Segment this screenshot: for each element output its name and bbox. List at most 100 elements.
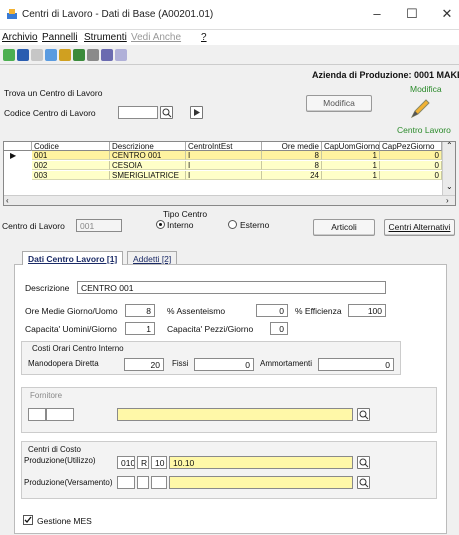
prod-utilizzo-c[interactable]: 10 — [151, 456, 167, 469]
maximize-button[interactable]: ☐ — [402, 6, 422, 22]
table-cell[interactable]: I — [186, 151, 262, 160]
prod-utilizzo-b[interactable]: R — [137, 456, 149, 469]
table-cell[interactable]: 1 — [322, 151, 380, 160]
paste-icon[interactable] — [59, 49, 71, 61]
table-cell[interactable]: 8 — [262, 151, 322, 160]
prod-versamento-desc[interactable] — [169, 476, 353, 489]
cap-pezzi-field[interactable]: 0 — [270, 322, 288, 335]
menu-vedi-anche[interactable]: Vedi Anche — [131, 32, 181, 43]
new-icon[interactable] — [3, 49, 15, 61]
table-cell[interactable]: 1 — [322, 161, 380, 170]
save-icon[interactable] — [17, 49, 29, 61]
prod-utilizzo-search-icon[interactable] — [357, 456, 370, 469]
fornitore-title: Fornitore — [30, 391, 63, 400]
search-icon[interactable] — [160, 106, 173, 119]
table-cell[interactable]: 003 — [32, 171, 110, 180]
articoli-button[interactable]: Articoli — [313, 219, 375, 236]
play-icon[interactable] — [190, 106, 203, 119]
ammortamenti-field[interactable]: 0 — [318, 358, 394, 371]
pencil-icon[interactable] — [408, 97, 432, 121]
find-icon[interactable] — [73, 49, 85, 61]
close-button[interactable]: ✕ — [437, 6, 457, 22]
copy-icon[interactable] — [45, 49, 57, 61]
check-icon — [24, 516, 32, 523]
center-label: Centro di Lavoro — [2, 221, 65, 231]
fornitore-code-a[interactable] — [28, 408, 46, 421]
tab-panel: Descrizione CENTRO 001 Ore Medie Giorno/… — [14, 264, 447, 534]
table-cell[interactable]: 0 — [380, 161, 442, 170]
scroll-left-icon[interactable]: ‹ — [6, 196, 9, 205]
column-header-codice[interactable]: Codice — [32, 142, 110, 151]
scroll-right-icon[interactable]: › — [446, 196, 449, 205]
radio-interno[interactable] — [156, 220, 165, 229]
radio-esterno[interactable] — [228, 220, 237, 229]
prod-utilizzo-desc[interactable]: 10.10 — [169, 456, 353, 469]
fornitore-search-icon[interactable] — [357, 408, 370, 421]
fissi-field[interactable]: 0 — [194, 358, 254, 371]
fornitore-code-b[interactable] — [46, 408, 74, 421]
column-header-ore-medie[interactable]: Ore medie — [262, 142, 322, 151]
table-cell[interactable]: I — [186, 171, 262, 180]
ammortamenti-label: Ammortamenti — [260, 359, 313, 368]
manodopera-label: Manodopera Diretta — [28, 359, 99, 368]
prod-versamento-search-icon[interactable] — [357, 476, 370, 489]
scroll-up-icon[interactable]: ⌃ — [446, 141, 453, 150]
prod-versamento-b[interactable] — [137, 476, 149, 489]
table-cell[interactable]: CESOIA — [110, 161, 186, 170]
prod-utilizzo-a[interactable]: 010 — [117, 456, 135, 469]
code-input[interactable] — [118, 106, 158, 119]
help-icon[interactable] — [115, 49, 127, 61]
cap-uomini-field[interactable]: 1 — [125, 322, 155, 335]
tab-addetti[interactable]: Addetti [2] — [127, 251, 178, 265]
column-header-cappezgiorno[interactable]: CapPezGiorno — [380, 142, 442, 151]
column-header-centrointest[interactable]: CentroIntEst — [186, 142, 262, 151]
table-cell[interactable]: CENTRO 001 — [110, 151, 186, 160]
prod-versamento-label: Produzione(Versamento) — [24, 478, 113, 487]
window-title: Centri di Lavoro - Dati di Base (A00201.… — [22, 9, 214, 20]
radio-interno-label: Interno — [167, 220, 194, 230]
gestione-mes-checkbox[interactable] — [23, 515, 33, 525]
column-header-descrizione[interactable]: Descrizione — [110, 142, 186, 151]
print-icon[interactable] — [87, 49, 99, 61]
minimize-button[interactable]: – — [367, 6, 387, 21]
fissi-label: Fissi — [172, 359, 189, 368]
menu-help[interactable]: ? — [201, 32, 207, 43]
delete-icon[interactable] — [31, 49, 43, 61]
table-cell[interactable]: 002 — [32, 161, 110, 170]
scroll-down-icon[interactable]: ⌄ — [446, 182, 453, 191]
menu-strumenti[interactable]: Strumenti — [84, 32, 127, 43]
centri-alternativi-button[interactable]: Centri Alternativi — [384, 219, 455, 236]
ore-field[interactable]: 8 — [125, 304, 155, 317]
main-window: Centri di Lavoro - Dati di Base (A00201.… — [0, 0, 459, 535]
table-cell[interactable]: 0 — [380, 151, 442, 160]
grid-vertical-scrollbar[interactable]: ⌃ ⌄ — [442, 141, 455, 195]
tipo-centro-label: Tipo Centro — [163, 209, 208, 219]
costi-title: Costi Orari Centro Interno — [32, 344, 124, 353]
efficienza-field[interactable]: 100 — [348, 304, 386, 317]
modify-button[interactable]: Modifica — [306, 95, 372, 112]
column-header-capuomgiorno[interactable]: CapUomGiorno — [322, 142, 380, 151]
grid-horizontal-scrollbar[interactable]: ‹ › — [4, 195, 455, 205]
menu-bar: Archivio Pannelli Strumenti Vedi Anche ? — [0, 30, 459, 45]
centri-costo-group: Centri di Costo Produzione(Utilizzo) 010… — [21, 441, 437, 499]
efficienza-label: % Efficienza — [295, 306, 342, 316]
descrizione-field[interactable]: CENTRO 001 — [77, 281, 386, 294]
tab-dati-centro-lavoro[interactable]: Dati Centro Lavoro [1] — [22, 251, 124, 265]
table-cell[interactable]: I — [186, 161, 262, 170]
prod-versamento-a[interactable] — [117, 476, 135, 489]
table-cell[interactable]: 8 — [262, 161, 322, 170]
centri-costo-title: Centri di Costo — [28, 445, 81, 454]
assenteismo-field[interactable]: 0 — [256, 304, 288, 317]
table-cell[interactable]: 1 — [322, 171, 380, 180]
table-cell[interactable]: 24 — [262, 171, 322, 180]
table-cell[interactable]: SMERIGLIATRICE — [110, 171, 186, 180]
fornitore-desc-field[interactable] — [117, 408, 353, 421]
table-cell[interactable]: 001 — [32, 151, 110, 160]
menu-pannelli[interactable]: Pannelli — [42, 32, 78, 43]
prod-versamento-c[interactable] — [151, 476, 167, 489]
table-cell[interactable]: 0 — [380, 171, 442, 180]
settings-icon[interactable] — [101, 49, 113, 61]
manodopera-field[interactable]: 20 — [124, 358, 164, 371]
centers-grid: Codice Descrizione CentroIntEst Ore medi… — [3, 141, 456, 206]
menu-archivio[interactable]: Archivio — [2, 32, 38, 43]
